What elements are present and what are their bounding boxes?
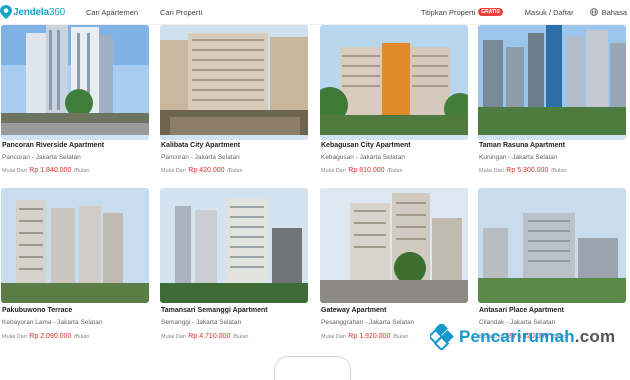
listing-price: Mulai Dari Rp 2.090.000 /Bulan xyxy=(2,333,90,340)
listing-card[interactable]: Antasari Place Apartment Cilandak - Jaka… xyxy=(478,188,626,340)
pencarirumah-watermark: Pencarirumah.com xyxy=(430,324,615,350)
listing-location: Pancoran - Jakarta Selatan xyxy=(2,154,81,161)
listing-price: Mulai Dari Rp 420.000 /Bulan xyxy=(161,167,243,174)
listing-title[interactable]: Gateway Apartment xyxy=(321,307,386,314)
listing-photo xyxy=(1,188,149,303)
gratis-badge: GRATIS xyxy=(478,8,503,16)
nav-cari-properti[interactable]: Cari Properti xyxy=(160,8,202,17)
listing-title[interactable]: Kebagusan City Apartment xyxy=(321,142,411,149)
listing-card[interactable]: Kebagusan City Apartment Kebagusan - Jak… xyxy=(320,25,468,174)
listing-location: Kuningan - Jakarta Selatan xyxy=(479,154,558,161)
listing-location: Kebayoran Lama - Jakarta Selatan xyxy=(2,319,103,326)
listing-photo xyxy=(478,188,626,303)
listing-card[interactable]: Gateway Apartment Pesanggrahan - Jakarta… xyxy=(320,188,468,340)
diamond-logo-icon xyxy=(430,324,454,350)
globe-icon xyxy=(589,8,598,16)
listing-price: Mulai Dari Rp 4.710.000 /Bulan xyxy=(161,333,249,340)
load-more-button[interactable] xyxy=(274,356,351,380)
listing-title[interactable]: Kalibata City Apartment xyxy=(161,142,240,149)
listing-title[interactable]: Pakubuwono Terrace xyxy=(2,307,72,314)
listing-photo xyxy=(160,25,308,140)
top-navbar: Jendela360 Cari Apartemen Cari Properti … xyxy=(0,0,630,25)
listing-card[interactable]: Pancoran Riverside Apartment Pancoran - … xyxy=(1,25,149,174)
listing-photo xyxy=(478,25,626,140)
watermark-text: Pencarirumah.com xyxy=(459,327,616,346)
bahasa-label: Bahasa xyxy=(601,7,627,17)
listing-card[interactable]: Tamansari Semanggi Apartment Semanggi - … xyxy=(160,188,308,340)
site-logo[interactable]: Jendela360 xyxy=(0,5,65,19)
listing-price: Mulai Dari Rp 1.840.000 /Bulan xyxy=(2,167,90,174)
listing-card[interactable]: Pakubuwono Terrace Kebayoran Lama - Jaka… xyxy=(1,188,149,340)
listing-photo xyxy=(320,25,468,140)
titipkan-properti-link[interactable]: Titipkan Properti GRATIS xyxy=(421,8,503,17)
login-register-link[interactable]: Masuk / Daftar xyxy=(525,8,574,17)
listing-title[interactable]: Antasari Place Apartment xyxy=(479,307,564,314)
logo-text: Jendela360 xyxy=(13,6,65,18)
listing-location: Pancoran - Jakarta Selatan xyxy=(161,154,240,161)
listing-photo xyxy=(320,188,468,303)
location-pin-icon xyxy=(0,5,12,19)
listing-location: Pesanggrahan - Jakarta Selatan xyxy=(321,319,415,326)
listing-photo xyxy=(1,25,149,140)
nav-cari-apartemen[interactable]: Cari Apartemen xyxy=(86,8,138,17)
listing-title[interactable]: Pancoran Riverside Apartment xyxy=(2,142,104,149)
listing-card[interactable]: Taman Rasuna Apartment Kuningan - Jakart… xyxy=(478,25,626,174)
listing-card[interactable]: Kalibata City Apartment Pancoran - Jakar… xyxy=(160,25,308,174)
language-selector[interactable]: Bahasa xyxy=(589,7,627,17)
listing-title[interactable]: Tamansari Semanggi Apartment xyxy=(161,307,268,314)
listing-photo xyxy=(160,188,308,303)
listing-title[interactable]: Taman Rasuna Apartment xyxy=(479,142,565,149)
listing-price: Mulai Dari Rp 1.920.000 /Bulan xyxy=(321,333,409,340)
titipkan-label: Titipkan Properti xyxy=(420,7,476,17)
listing-price: Mulai Dari Rp 810.000 /Bulan xyxy=(321,167,403,174)
listing-location: Semanggi - Jakarta Selatan xyxy=(161,319,242,326)
listing-price: Mulai Dari Rp 5.300.000 /Bulan xyxy=(479,167,567,174)
listing-location: Kebagusan - Jakarta Selatan xyxy=(321,154,405,161)
